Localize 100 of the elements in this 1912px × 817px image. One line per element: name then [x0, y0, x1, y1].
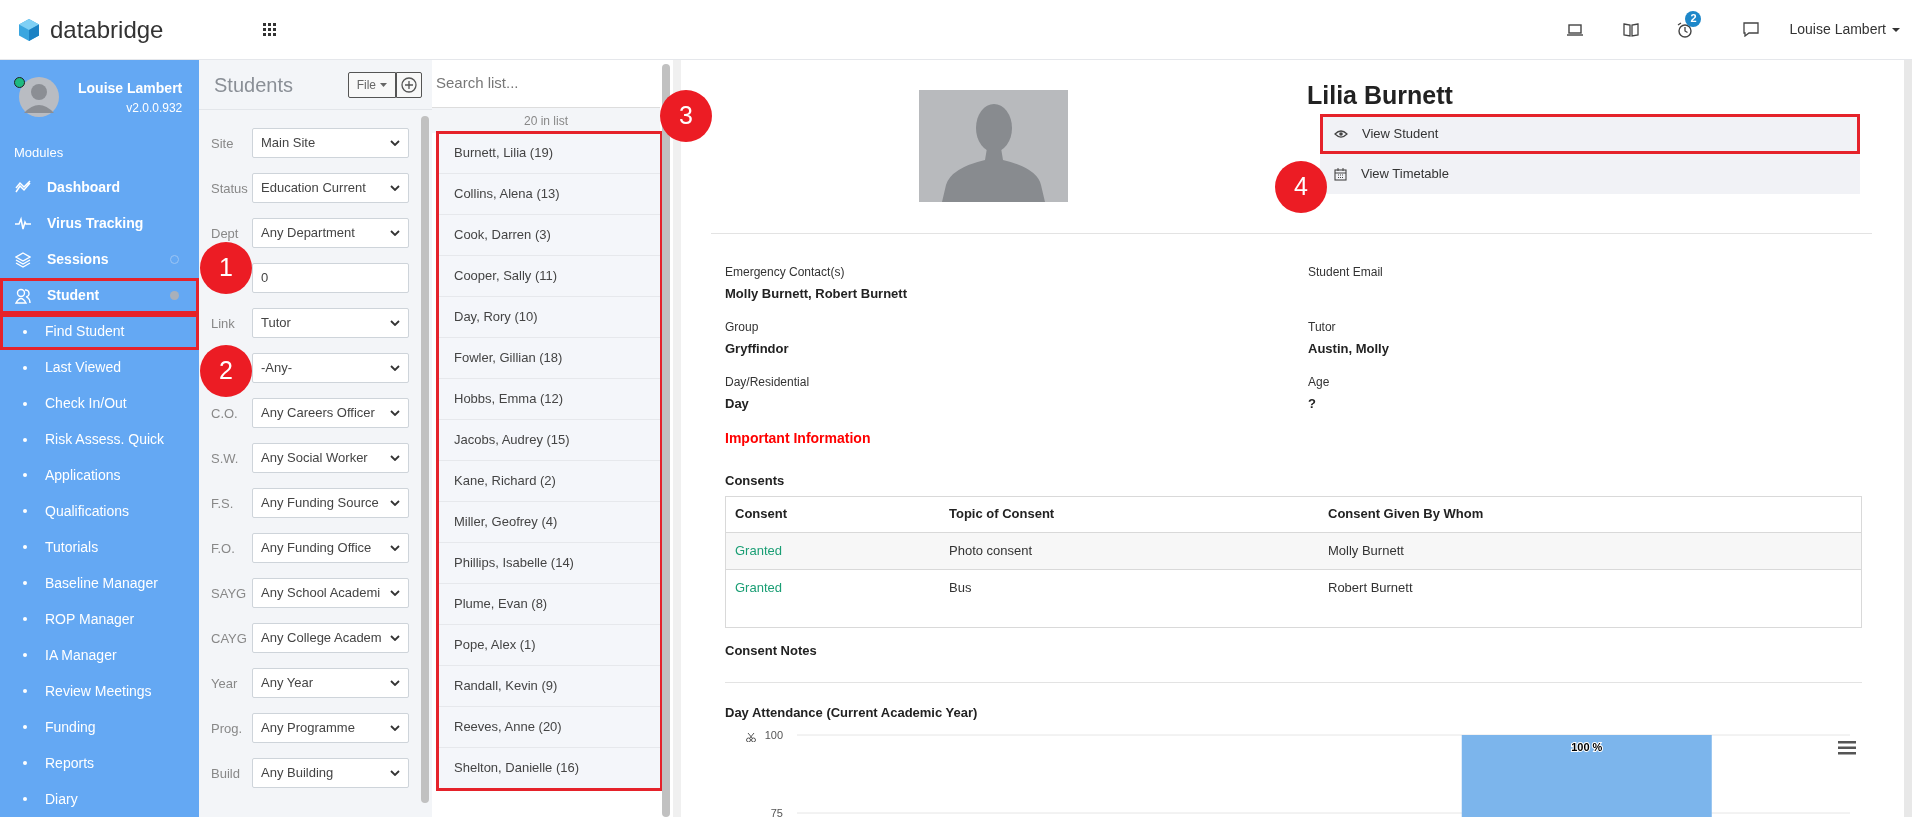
list-item[interactable]: Collins, Alena (13): [438, 174, 661, 215]
section-heading: Consents: [725, 472, 786, 490]
filter-dropdown[interactable]: Any Funding Office: [252, 532, 409, 563]
field-label: Student Email: [1308, 264, 1384, 281]
chevron-down-icon: [390, 634, 400, 641]
chevron-down-icon: [390, 499, 400, 506]
chevron-down-icon: [390, 229, 400, 236]
filter-dropdown[interactable]: Any School Academi: [252, 577, 409, 608]
filter-dropdown[interactable]: Any College Academ: [252, 622, 409, 653]
menu-icon[interactable]: [1838, 740, 1856, 755]
list-item[interactable]: Jacobs, Audrey (15): [438, 420, 661, 461]
scrollbar[interactable]: [421, 116, 429, 803]
list-item[interactable]: Day, Rory (10): [438, 297, 661, 338]
filter-label: CAYG: [211, 630, 247, 646]
book-icon[interactable]: [1623, 22, 1640, 37]
list-item[interactable]: Kane, Richard (2): [438, 461, 661, 502]
filter-dropdown[interactable]: Any Programme: [252, 712, 409, 743]
alarm-clock-icon[interactable]: [1677, 21, 1694, 38]
filter-dropdown[interactable]: Any Social Worker: [252, 442, 409, 473]
filter-dropdown[interactable]: Any Careers Officer: [252, 397, 409, 428]
bullet-icon: [23, 797, 27, 802]
chevron-down-icon: [390, 364, 400, 371]
bullet-icon: [23, 401, 27, 406]
list-item[interactable]: Fowler, Gillian (18): [438, 338, 661, 379]
action-button[interactable]: View Student: [1320, 114, 1860, 154]
bullet-icon: [23, 617, 27, 622]
file-menu-button[interactable]: File: [347, 71, 396, 98]
scissors-icon[interactable]: [746, 732, 756, 742]
bullet-icon: [23, 725, 27, 730]
table-cell-text: Robert Burnett: [1328, 579, 1414, 598]
list-item[interactable]: Reeves, Anne (20): [438, 707, 661, 748]
list-item[interactable]: Randall, Kevin (9): [438, 666, 661, 707]
table-cell-text: Granted: [735, 579, 783, 598]
bullet-icon: [23, 365, 27, 370]
list-item[interactable]: Cook, Darren (3): [438, 215, 661, 256]
caret-icon: [1892, 27, 1900, 32]
caret-icon: [380, 82, 387, 87]
list-item[interactable]: Shelton, Danielle (16): [438, 748, 661, 789]
chevron-down-icon: [390, 139, 400, 146]
bullet-icon: [23, 653, 27, 658]
bullet-icon: [23, 689, 27, 694]
list-item[interactable]: Pope, Alex (1): [438, 625, 661, 666]
field-value: ?: [1308, 395, 1317, 413]
add-button[interactable]: [396, 71, 422, 98]
chevron-down-icon: [390, 319, 400, 326]
chevron-down-icon: [390, 184, 400, 191]
plus-icon: [401, 76, 417, 93]
filter-dropdown[interactable]: -Any-: [252, 352, 409, 383]
table-cell-text: Granted: [735, 541, 783, 560]
filter-dropdown[interactable]: Education Current: [252, 172, 409, 203]
apps-grid-icon[interactable]: [263, 23, 277, 36]
filter-label: Link: [211, 315, 235, 331]
action-button[interactable]: View Timetable: [1320, 154, 1860, 194]
bullet-icon: [23, 761, 27, 766]
chevron-down-icon: [390, 409, 400, 416]
filter-dropdown[interactable]: Any Department: [252, 217, 409, 248]
table-cell-text: Photo consent: [949, 541, 1034, 560]
chat-icon[interactable]: [1743, 22, 1760, 37]
filter-dropdown[interactable]: Main Site: [252, 127, 409, 158]
version-label: v2.0.0.932: [126, 99, 183, 117]
filter-label: F.S.: [211, 495, 234, 511]
bullet-icon: [23, 473, 27, 478]
list-item[interactable]: Miller, Geofrey (4): [438, 502, 661, 543]
scrollbar[interactable]: [662, 64, 670, 817]
filter-label: SAYG: [211, 585, 247, 601]
column-header: Consent Given By Whom: [1328, 505, 1485, 524]
list-item[interactable]: Cooper, Sally (11): [438, 256, 661, 297]
list-item[interactable]: Burnett, Lilia (19): [438, 133, 661, 174]
filter-label: Prog.: [211, 720, 243, 736]
logo-icon: [18, 17, 40, 42]
notification-badge: 2: [1685, 10, 1702, 27]
filter-input[interactable]: 0: [252, 262, 409, 293]
section-heading: Important Information: [725, 429, 872, 448]
chevron-down-icon: [390, 769, 400, 776]
filter-dropdown[interactable]: Any Building: [252, 757, 409, 788]
chevron-down-icon: [390, 544, 400, 551]
field-label: Emergency Contact(s): [725, 264, 846, 281]
list-item[interactable]: Hobbs, Emma (12): [438, 379, 661, 420]
laptop-icon[interactable]: [1567, 23, 1584, 36]
chevron-down-icon: [390, 454, 400, 461]
filter-label: F.O.: [211, 540, 235, 556]
filter-dropdown[interactable]: Any Year: [252, 667, 409, 698]
bullet-icon: [23, 509, 27, 514]
bullet-icon: [23, 329, 27, 334]
panel-title: Students: [214, 72, 294, 98]
filter-dropdown[interactable]: Any Funding Source: [252, 487, 409, 518]
filter-label: Year: [211, 675, 238, 691]
bullet-icon: [23, 545, 27, 550]
chevron-down-icon: [390, 589, 400, 596]
list-item[interactable]: Plume, Evan (8): [438, 584, 661, 625]
list-item[interactable]: Phillips, Isabelle (14): [438, 543, 661, 584]
field-value: Gryffindor: [725, 340, 790, 358]
eye-icon: [1334, 129, 1348, 139]
user-menu[interactable]: Louise Lambert: [1789, 19, 1900, 40]
filter-label: Site: [211, 135, 234, 151]
bullet-icon: [23, 437, 27, 442]
filter-dropdown[interactable]: Tutor: [252, 307, 409, 338]
calendar-icon: [1334, 167, 1347, 181]
scrollbar[interactable]: [1904, 60, 1912, 817]
data-label: 100 %: [1571, 740, 1603, 753]
